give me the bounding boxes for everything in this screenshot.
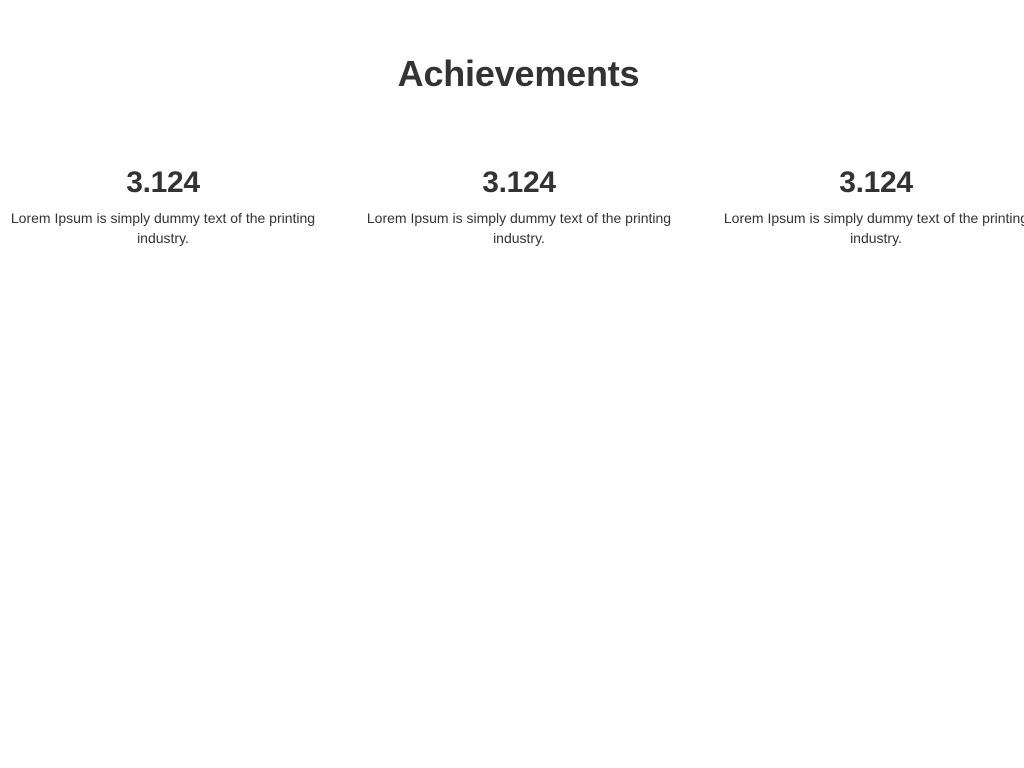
stat-description: Lorem Ipsum is simply dummy text of the … xyxy=(10,210,316,246)
stat-description: Lorem Ipsum is simply dummy text of the … xyxy=(723,210,1024,246)
stat-number: 3.124 xyxy=(126,166,200,199)
stat-number: 3.124 xyxy=(482,166,556,199)
stat-description: Lorem Ipsum is simply dummy text of the … xyxy=(366,210,672,246)
achievement-stat: 3.124 Lorem Ipsum is simply dummy text o… xyxy=(0,164,328,248)
achievement-stat: 3.124 Lorem Ipsum is simply dummy text o… xyxy=(354,164,684,248)
stat-number: 3.124 xyxy=(839,166,913,199)
achievement-stat: 3.124 Lorem Ipsum is simply dummy text o… xyxy=(711,164,1024,248)
achievements-page: Achievements 3.124 Lorem Ipsum is simply… xyxy=(0,0,1024,768)
section-title: Achievements xyxy=(397,53,640,94)
